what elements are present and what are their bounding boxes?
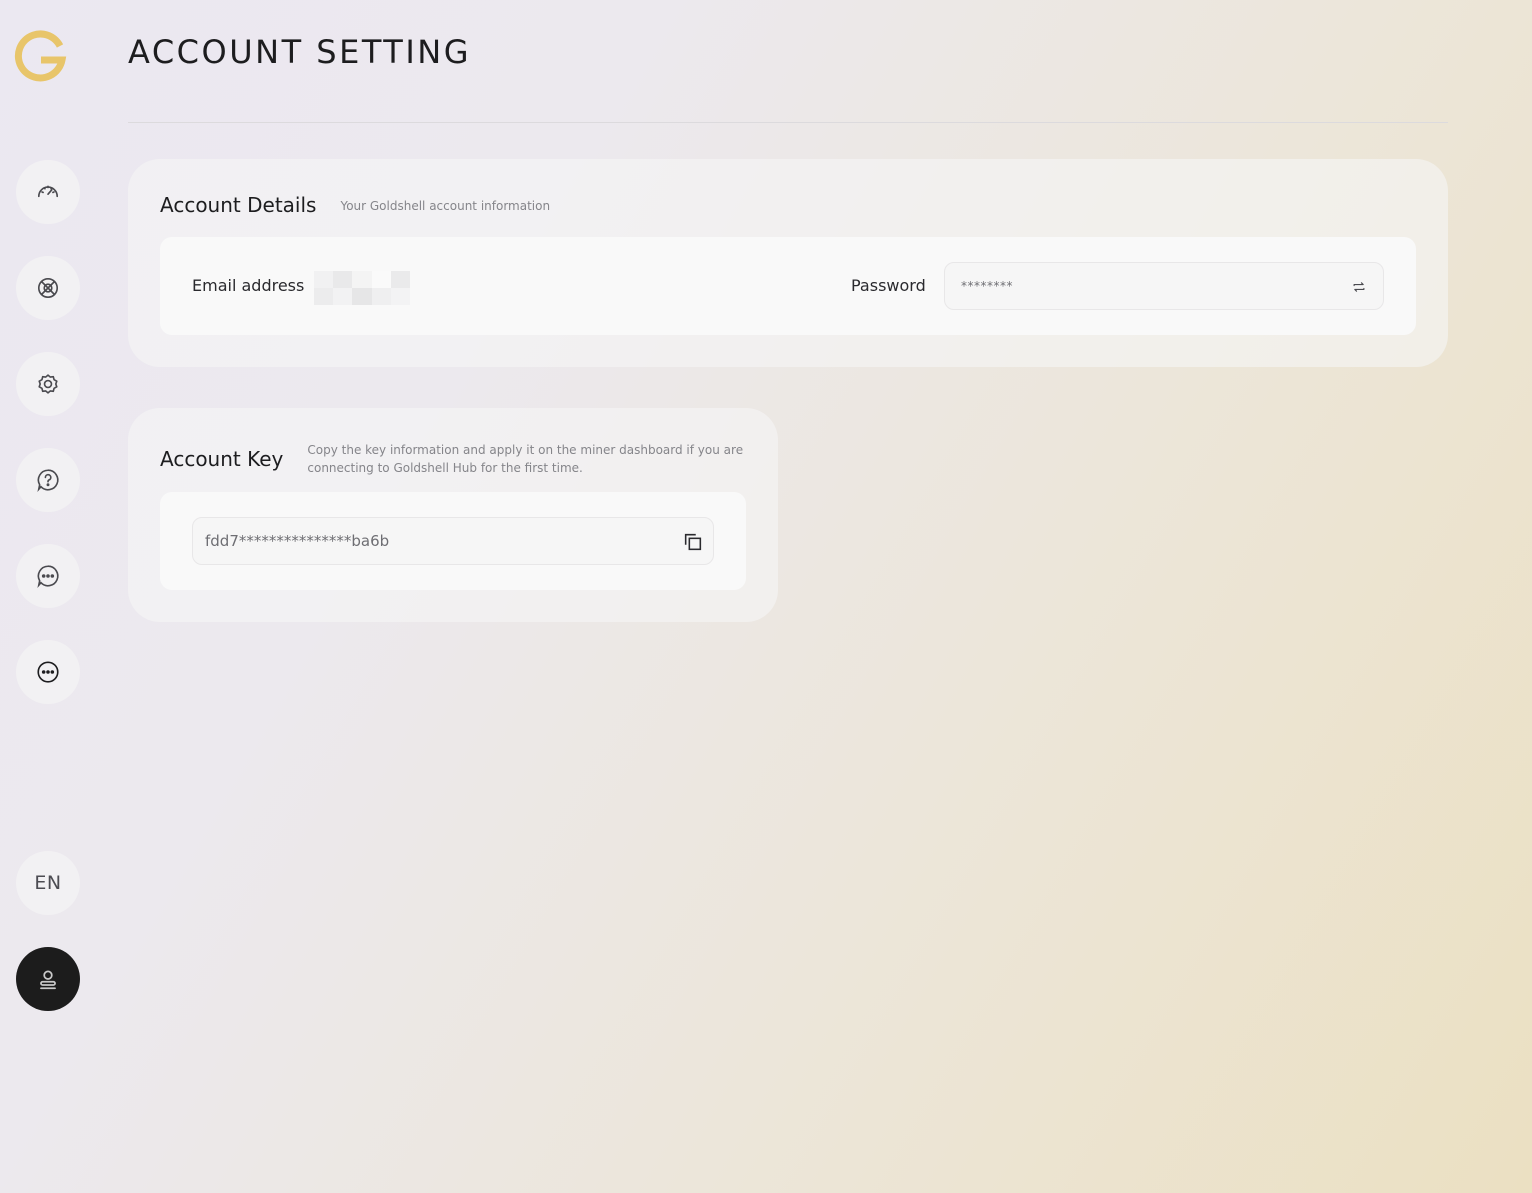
nav-settings-button[interactable] bbox=[16, 352, 80, 416]
password-field[interactable]: ******** bbox=[944, 262, 1384, 310]
account-key-subtitle: Copy the key information and apply it on… bbox=[307, 441, 743, 477]
goldshell-logo-icon[interactable] bbox=[14, 30, 68, 84]
settings-gear-icon bbox=[38, 374, 58, 394]
refresh-swap-icon bbox=[1353, 282, 1365, 292]
header-divider bbox=[128, 122, 1448, 123]
nav-more-button[interactable] bbox=[16, 640, 80, 704]
account-details-card: Account Details Your Goldshell account i… bbox=[128, 159, 1448, 367]
account-key-card: Account Key Copy the key information and… bbox=[128, 408, 778, 622]
chat-message-icon bbox=[37, 565, 59, 589]
dashboard-gauge-icon bbox=[37, 185, 59, 198]
password-label: Password bbox=[851, 276, 926, 295]
miner-network-icon bbox=[37, 277, 59, 299]
language-selector-button[interactable]: EN bbox=[16, 851, 80, 915]
email-value-redacted bbox=[314, 271, 410, 305]
copy-icon bbox=[684, 533, 702, 551]
help-question-icon bbox=[37, 469, 59, 493]
password-value: ******** bbox=[961, 279, 1013, 293]
account-key-field[interactable]: fdd7***************ba6b bbox=[192, 517, 714, 565]
account-details-subtitle: Your Goldshell account information bbox=[340, 199, 551, 213]
account-key-subtitle-line1: Copy the key information and apply it on… bbox=[307, 443, 744, 457]
copy-key-button[interactable] bbox=[681, 530, 705, 554]
account-key-panel: fdd7***************ba6b bbox=[160, 492, 746, 590]
account-key-title: Account Key bbox=[160, 447, 284, 471]
nav-miners-button[interactable] bbox=[16, 256, 80, 320]
more-dots-icon bbox=[37, 661, 59, 683]
nav-profile-button[interactable] bbox=[16, 947, 80, 1011]
account-details-panel: Email address Password ******** bbox=[160, 237, 1416, 335]
change-password-button[interactable] bbox=[1349, 277, 1369, 297]
nav-help-button[interactable] bbox=[16, 448, 80, 512]
user-profile-icon bbox=[40, 970, 56, 990]
account-key-subtitle-line2: connecting to Goldshell Hub for the firs… bbox=[307, 461, 583, 475]
account-details-title: Account Details bbox=[160, 193, 317, 217]
page-title: ACCOUNT SETTING bbox=[128, 33, 472, 71]
nav-messages-button[interactable] bbox=[16, 544, 80, 608]
nav-dashboard-button[interactable] bbox=[16, 160, 80, 224]
email-label: Email address bbox=[192, 276, 305, 295]
account-key-value: fdd7***************ba6b bbox=[205, 532, 390, 550]
